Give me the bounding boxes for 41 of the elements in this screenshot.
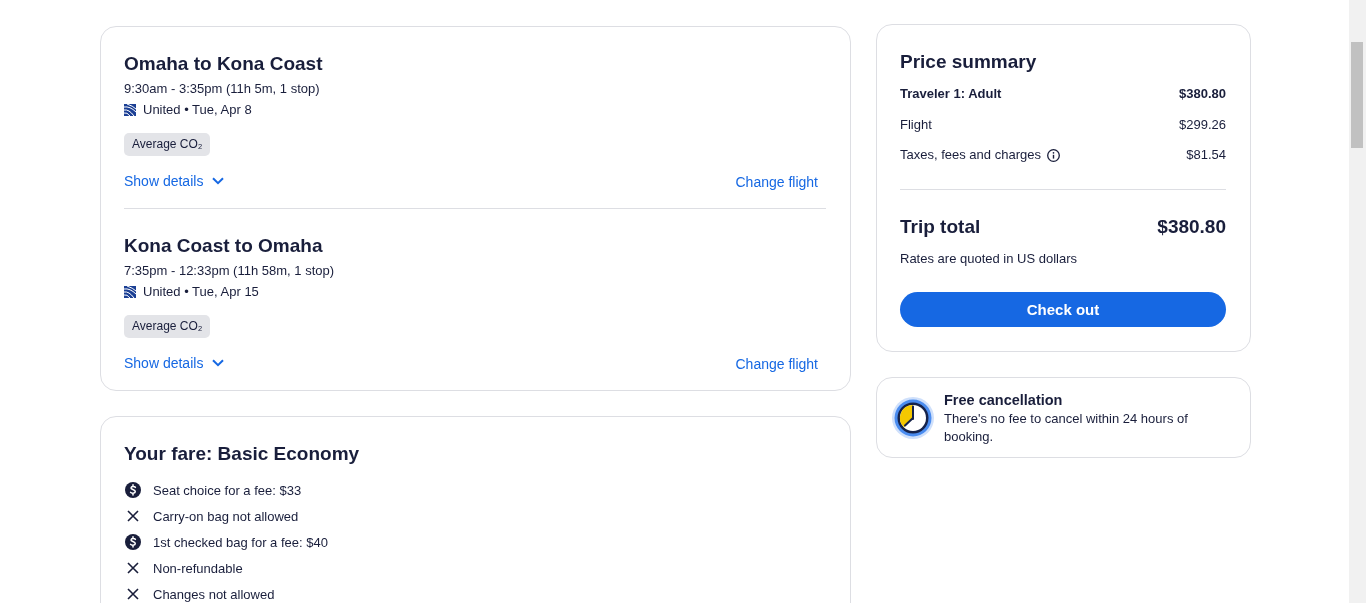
price-label: Traveler 1: Adult	[900, 85, 1002, 103]
clock-icon	[891, 396, 935, 440]
price-amount: $299.26	[1179, 115, 1226, 134]
dollar-coin-icon	[125, 534, 141, 550]
check-out-button[interactable]: Check out	[900, 292, 1226, 327]
airline-and-date: United • Tue, Apr 15	[143, 283, 259, 301]
fare-rule: Non-refundable	[153, 560, 243, 576]
cross-icon	[127, 562, 139, 574]
fare-rule: Changes not allowed	[153, 586, 275, 602]
cross-icon	[127, 510, 139, 522]
flight-times: 9:30am - 3:35pm (11h 5m, 1 stop)	[124, 80, 321, 98]
trip-total-label: Trip total	[900, 215, 981, 239]
airline-and-date: United • Tue, Apr 8	[143, 101, 252, 119]
price-amount: $81.54	[1186, 146, 1226, 164]
route-title: Kona Coast to Omaha	[124, 234, 324, 258]
flight-times: 7:35pm - 12:33pm (11h 58m, 1 stop)	[124, 262, 336, 280]
price-label: Taxes, fees and charges	[900, 146, 1041, 164]
currency-note: Rates are quoted in US dollars	[900, 250, 1079, 268]
co2-badge: Average CO₂	[124, 133, 211, 156]
fare-title: Your fare: Basic Economy	[124, 442, 361, 466]
change-flight-link[interactable]: Change flight	[735, 354, 818, 374]
price-summary-title: Price summary	[900, 50, 1038, 74]
route-title: Omaha to Kona Coast	[124, 52, 324, 76]
scrollbar-thumb[interactable]	[1351, 42, 1363, 148]
info-icon[interactable]	[1046, 148, 1060, 162]
show-details-link[interactable]: Show details	[124, 171, 225, 191]
fare-rule: 1st checked bag for a fee: $40	[153, 534, 328, 550]
show-details-link[interactable]: Show details	[124, 353, 225, 373]
price-amount: $380.80	[1179, 85, 1226, 103]
airline-logo-icon	[124, 286, 136, 298]
cross-icon	[127, 588, 139, 600]
airline-logo-icon	[124, 104, 136, 116]
cancellation-title: Free cancellation	[944, 391, 1064, 410]
dollar-coin-icon	[125, 482, 141, 498]
trip-total-amount: $380.80	[1157, 215, 1226, 239]
co2-badge: Average CO₂	[124, 315, 211, 338]
cancellation-text: There's no fee to cancel within 24 hours of booking.	[944, 410, 1189, 446]
price-label: Flight	[900, 115, 932, 134]
change-flight-link[interactable]: Change flight	[735, 172, 818, 192]
fare-rule: Carry-on bag not allowed	[153, 508, 299, 524]
fare-rule: Seat choice for a fee: $33	[153, 482, 302, 498]
